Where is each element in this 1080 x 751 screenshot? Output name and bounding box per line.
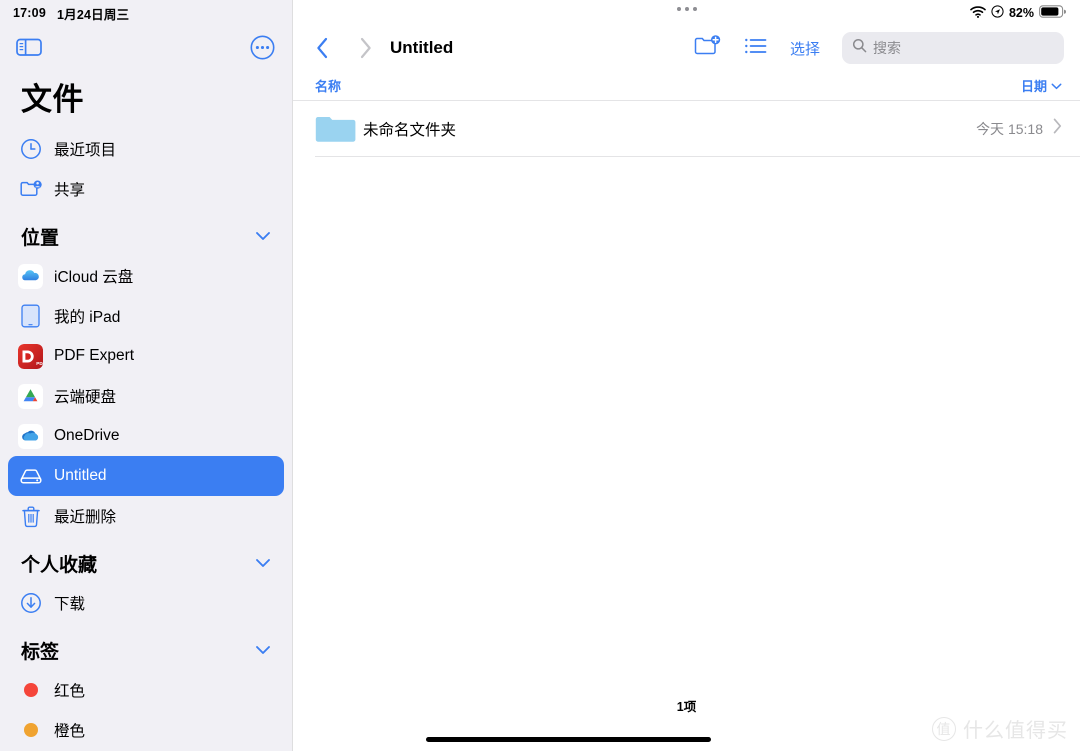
main-status-bar: 82% (293, 0, 1080, 26)
sidebar-item-label: iCloud 云盘 (54, 269, 134, 286)
sidebar-item-label: 我的 iPad (54, 309, 121, 326)
watermark: 值 什么值得买 (932, 714, 1068, 743)
external-drive-icon (18, 464, 43, 489)
table-row[interactable]: 未命名文件夹 今天 15:18 (315, 101, 1080, 157)
page-title: 文件 (21, 82, 84, 117)
new-folder-icon[interactable] (694, 34, 722, 63)
sidebar-toggle-icon[interactable] (16, 37, 42, 57)
shared-folder-icon (18, 177, 43, 202)
home-indicator[interactable] (426, 737, 711, 742)
sidebar-item-untitled[interactable]: Untitled (8, 456, 284, 496)
watermark-text: 什么值得买 (963, 720, 1068, 742)
section-title: 标签 (21, 642, 60, 663)
download-circle-icon (18, 591, 43, 616)
nav-actions: 选择 搜索 (694, 32, 1064, 64)
onedrive-icon (18, 423, 43, 449)
sidebar-item-downloads[interactable]: 下载 (8, 583, 284, 623)
main-content: 82% Untitled 选择 搜索 名称 日期 未命名文件夹 今天 15:18… (293, 0, 1080, 751)
sidebar-item-onedrive[interactable]: OneDrive (8, 416, 284, 456)
sidebar-item-recently-deleted[interactable]: 最近删除 (8, 496, 284, 536)
sidebar-item-my-ipad[interactable]: 我的 iPad (8, 296, 284, 336)
column-header-row: 名称 日期 (293, 70, 1080, 101)
sidebar-item-label: 红色 (54, 683, 86, 700)
list-view-icon[interactable] (744, 36, 768, 61)
sidebar-item-tag-red[interactable]: 红色 (8, 670, 284, 710)
chevron-right-icon[interactable] (352, 37, 378, 59)
chevron-left-icon[interactable] (309, 37, 335, 59)
ipad-icon (18, 304, 43, 329)
google-drive-icon (18, 383, 43, 409)
watermark-logo: 值 (932, 716, 956, 741)
sidebar-item-recents[interactable]: 最近项目 (8, 129, 284, 169)
navigation-bar: Untitled 选择 搜索 (293, 26, 1080, 70)
sidebar-item-label: PDF Expert (54, 347, 135, 364)
column-header-name[interactable]: 名称 (315, 76, 1021, 95)
item-count-label: 1项 (676, 700, 697, 714)
sidebar-item-label: 橙色 (54, 723, 86, 740)
sidebar-item-shared[interactable]: 共享 (8, 169, 284, 209)
column-header-date[interactable]: 日期 (1021, 76, 1062, 95)
sidebar-section-locations[interactable]: 位置 (0, 209, 292, 256)
select-button[interactable]: 选择 (790, 38, 820, 59)
sidebar-status-bar: 17:09 1月24日周三 (0, 0, 292, 26)
status-time: 17:09 (13, 6, 46, 20)
nav-title: Untitled (390, 38, 454, 57)
section-title: 个人收藏 (21, 555, 98, 576)
file-name: 未命名文件夹 (363, 121, 457, 139)
section-title: 位置 (21, 228, 60, 249)
file-date: 今天 15:18 (976, 120, 1043, 137)
sidebar-item-pdf-expert[interactable]: PDF PDF Expert (8, 336, 284, 376)
svg-text:PDF: PDF (36, 361, 43, 366)
chevron-down-icon[interactable] (255, 642, 271, 660)
window-grabber-handle[interactable] (293, 7, 1080, 11)
sidebar-item-icloud[interactable]: iCloud 云盘 (8, 256, 284, 296)
icloud-icon (18, 263, 43, 289)
search-input[interactable]: 搜索 (842, 32, 1064, 64)
chevron-down-icon (1051, 78, 1062, 93)
pdf-expert-icon: PDF (18, 343, 43, 369)
sidebar-item-tag-orange[interactable]: 橙色 (8, 710, 284, 750)
sidebar-item-label: 共享 (54, 182, 86, 199)
chevron-down-icon[interactable] (255, 555, 271, 573)
sidebar-section-favorites[interactable]: 个人收藏 (0, 536, 292, 583)
column-header-date-label: 日期 (1020, 78, 1047, 94)
sidebar-section-tags[interactable]: 标签 (0, 623, 292, 670)
search-placeholder: 搜索 (873, 40, 901, 56)
chevron-right-icon[interactable] (1053, 118, 1062, 139)
sidebar-item-label: 下载 (54, 596, 86, 613)
sidebar-item-label: 最近项目 (54, 142, 117, 159)
chevron-down-icon[interactable] (255, 228, 271, 246)
sidebar-toolbar (0, 26, 292, 68)
ipad-files-app: 17:09 1月24日周三 文件 最近项目 共享 位置 iCloud 云盘 我的… (0, 0, 1080, 751)
sidebar-item-label: 最近删除 (54, 509, 117, 526)
status-date: 1月24日周三 (56, 7, 130, 22)
tag-dot-icon (18, 678, 43, 703)
sidebar-item-google-drive[interactable]: 云端硬盘 (8, 376, 284, 416)
clock-icon (18, 137, 43, 162)
sidebar-item-label: 云端硬盘 (54, 389, 117, 406)
sidebar-item-label: Untitled (54, 467, 107, 484)
trash-icon (18, 504, 43, 529)
sidebar-item-label: OneDrive (54, 427, 120, 444)
sidebar: 17:09 1月24日周三 文件 最近项目 共享 位置 iCloud 云盘 我的… (0, 0, 293, 751)
tag-dot-icon (18, 718, 43, 743)
folder-icon (315, 113, 363, 145)
more-ellipsis-icon[interactable] (250, 35, 275, 60)
search-icon (852, 38, 867, 58)
